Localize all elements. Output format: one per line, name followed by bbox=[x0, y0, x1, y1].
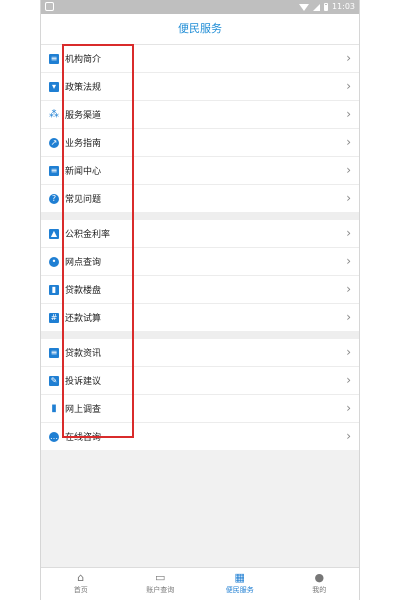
grid-icon: ▦ bbox=[234, 571, 245, 584]
service-group-2: ▲ 公积金利率 › • 网点查询 › ▮ 贷款楼盘 › # 还款试算 › bbox=[41, 220, 359, 331]
menu-item-label: 在线咨询 bbox=[65, 433, 102, 443]
chevron-right-icon: › bbox=[346, 163, 351, 177]
tab-account-query[interactable]: ▭ 账户查询 bbox=[121, 568, 201, 600]
menu-item-label: 网点查询 bbox=[65, 258, 102, 268]
id-card-icon: ▭ bbox=[155, 571, 166, 584]
chevron-right-icon: › bbox=[346, 51, 351, 65]
tab-label: 账户查询 bbox=[146, 586, 175, 594]
menu-item-complaints[interactable]: ✎ 投诉建议 › bbox=[41, 367, 359, 395]
location-pin-icon: • bbox=[49, 256, 59, 267]
menu-item-label: 政策法规 bbox=[65, 83, 102, 93]
chevron-right-icon: › bbox=[346, 191, 351, 205]
menu-item-branch-search[interactable]: • 网点查询 › bbox=[41, 248, 359, 276]
tab-convenience-services[interactable]: ▦ 便民服务 bbox=[200, 568, 280, 600]
status-time: 11:03 bbox=[331, 2, 355, 11]
person-icon: ● bbox=[314, 571, 325, 584]
menu-item-service-channels[interactable]: ⁂ 服务渠道 › bbox=[41, 101, 359, 129]
tab-label: 首页 bbox=[73, 586, 88, 594]
menu-item-online-survey[interactable]: ▮ 网上调查 › bbox=[41, 395, 359, 423]
page-title: 便民服务 bbox=[41, 14, 359, 45]
menu-item-label: 公积金利率 bbox=[65, 230, 111, 240]
menu-item-policy[interactable]: ▾ 政策法规 › bbox=[41, 73, 359, 101]
question-icon: ? bbox=[49, 193, 59, 204]
chat-icon: … bbox=[49, 431, 59, 442]
chevron-right-icon: › bbox=[346, 282, 351, 296]
chevron-right-icon: › bbox=[346, 79, 351, 93]
menu-item-business-guide[interactable]: ↗ 业务指南 › bbox=[41, 129, 359, 157]
news-icon: ≡ bbox=[49, 165, 59, 176]
calculator-icon: # bbox=[49, 312, 59, 323]
chevron-right-icon: › bbox=[346, 345, 351, 359]
feedback-icon: ✎ bbox=[49, 375, 59, 386]
home-icon: ⌂ bbox=[77, 571, 85, 584]
menu-item-label: 贷款资讯 bbox=[65, 349, 102, 359]
bookmark-icon: ▾ bbox=[49, 81, 59, 92]
menu-item-label: 机构简介 bbox=[65, 55, 102, 65]
menu-item-label: 投诉建议 bbox=[65, 377, 102, 387]
chevron-right-icon: › bbox=[346, 107, 351, 121]
bar-chart-icon: ▮ bbox=[51, 402, 57, 414]
service-group-1: ≡ 机构简介 › ▾ 政策法规 › ⁂ 服务渠道 › ↗ 业务指南 › ≡ 新闻 bbox=[41, 45, 359, 212]
status-bar: 11:03 bbox=[41, 0, 359, 14]
chevron-right-icon: › bbox=[346, 226, 351, 240]
menu-item-label: 常见问题 bbox=[65, 195, 102, 205]
menu-item-label: 服务渠道 bbox=[65, 111, 102, 121]
menu-item-label: 还款试算 bbox=[65, 314, 102, 324]
wifi-icon bbox=[298, 3, 309, 11]
building-icon: ▮ bbox=[49, 284, 59, 295]
chevron-right-icon: › bbox=[346, 429, 351, 443]
document-icon: ≡ bbox=[49, 53, 59, 64]
menu-item-label: 网上调查 bbox=[65, 405, 102, 415]
chart-icon: ▲ bbox=[49, 228, 59, 239]
tab-label: 便民服务 bbox=[225, 586, 254, 594]
document-icon: ≡ bbox=[49, 347, 59, 358]
bottom-tab-bar: ⌂ 首页 ▭ 账户查询 ▦ 便民服务 ● 我的 bbox=[41, 567, 359, 600]
phone-screen: 11:03 便民服务 ≡ 机构简介 › ▾ 政策法规 › ⁂ 服务渠道 › ↗ … bbox=[40, 0, 360, 600]
tab-home[interactable]: ⌂ 首页 bbox=[41, 568, 121, 600]
menu-item-interest-rate[interactable]: ▲ 公积金利率 › bbox=[41, 220, 359, 248]
menu-item-institution-intro[interactable]: ≡ 机构简介 › bbox=[41, 45, 359, 73]
menu-item-label: 新闻中心 bbox=[65, 167, 102, 177]
menu-item-faq[interactable]: ? 常见问题 › bbox=[41, 185, 359, 212]
section-divider bbox=[41, 212, 359, 220]
chevron-right-icon: › bbox=[346, 373, 351, 387]
notification-icon bbox=[45, 2, 54, 11]
battery-icon bbox=[323, 3, 328, 11]
menu-item-label: 贷款楼盘 bbox=[65, 286, 102, 296]
menu-item-repayment-calc[interactable]: # 还款试算 › bbox=[41, 304, 359, 331]
tab-mine[interactable]: ● 我的 bbox=[280, 568, 360, 600]
chevron-right-icon: › bbox=[346, 254, 351, 268]
chevron-right-icon: › bbox=[346, 135, 351, 149]
menu-item-loan-properties[interactable]: ▮ 贷款楼盘 › bbox=[41, 276, 359, 304]
menu-item-loan-news[interactable]: ≡ 贷款资讯 › bbox=[41, 339, 359, 367]
chevron-right-icon: › bbox=[346, 401, 351, 415]
section-divider bbox=[41, 331, 359, 339]
compass-icon: ↗ bbox=[49, 137, 59, 148]
chevron-right-icon: › bbox=[346, 310, 351, 324]
menu-item-news-center[interactable]: ≡ 新闻中心 › bbox=[41, 157, 359, 185]
service-group-3: ≡ 贷款资讯 › ✎ 投诉建议 › ▮ 网上调查 › … 在线咨询 › bbox=[41, 339, 359, 450]
network-icon: ⁂ bbox=[49, 108, 59, 120]
menu-item-online-consult[interactable]: … 在线咨询 › bbox=[41, 423, 359, 450]
tab-label: 我的 bbox=[312, 586, 327, 594]
menu-item-label: 业务指南 bbox=[65, 139, 102, 149]
signal-icon bbox=[312, 3, 320, 11]
service-list: ≡ 机构简介 › ▾ 政策法规 › ⁂ 服务渠道 › ↗ 业务指南 › ≡ 新闻 bbox=[41, 45, 359, 450]
